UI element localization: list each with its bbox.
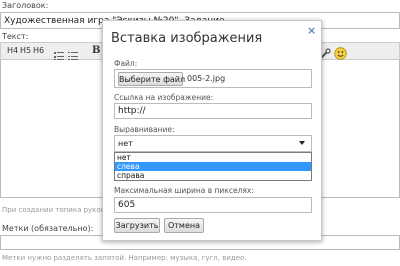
maxwidth-input[interactable]: 605 xyxy=(114,197,312,213)
align-option-right[interactable]: справа xyxy=(115,171,311,180)
file-name: 005-2.jpg xyxy=(187,74,226,83)
smiley-icon[interactable] xyxy=(334,45,347,60)
text-label: Текст: xyxy=(2,32,29,41)
link-input[interactable]: http:// xyxy=(114,103,312,119)
align-selected-value: нет xyxy=(118,139,133,148)
h6-button[interactable]: H6 xyxy=(33,43,44,59)
list-ul-icon[interactable] xyxy=(54,46,64,61)
title-label: Заголовок: xyxy=(2,1,49,10)
upload-button[interactable]: Загрузить xyxy=(114,218,160,233)
tags-hint: Метки нужно разделять запятой. Например:… xyxy=(2,254,247,262)
chevron-down-icon xyxy=(299,141,305,145)
h4-button[interactable]: H4 xyxy=(7,43,18,59)
align-select[interactable]: нет xyxy=(114,135,312,152)
editor-textarea[interactable] xyxy=(0,60,112,198)
editor-textarea-right[interactable] xyxy=(316,60,400,198)
bold-button[interactable]: B xyxy=(92,43,100,59)
align-label: Выравнивание: xyxy=(114,125,175,134)
close-icon[interactable]: × xyxy=(307,24,316,37)
file-label: Файл: xyxy=(114,59,138,68)
file-field: Выберите файл 005-2.jpg xyxy=(114,69,312,88)
list-ol-icon[interactable] xyxy=(68,46,78,60)
editor-toolbar-right xyxy=(316,42,400,60)
link-label: Ссылка на изображение: xyxy=(114,93,214,102)
editor-toolbar: H4 H5 H6 B xyxy=(0,42,112,61)
maxwidth-label: Максимальная ширина в пикселях: xyxy=(114,186,254,195)
align-option-none[interactable]: нет xyxy=(115,153,311,162)
align-dropdown-list: нет слева справа xyxy=(114,152,312,181)
topic-hint: При создании топика руковод xyxy=(2,206,114,214)
cancel-button[interactable]: Отмена xyxy=(164,218,204,233)
h5-button[interactable]: H5 xyxy=(20,43,31,59)
tags-label: Метки (обязательно): xyxy=(2,224,94,233)
align-option-left[interactable]: слева xyxy=(115,162,311,171)
dialog-title: Вставка изображения xyxy=(111,31,263,46)
choose-file-button[interactable]: Выберите файл xyxy=(118,72,185,86)
insert-image-dialog: Вставка изображения × Файл: Выберите фай… xyxy=(102,20,322,241)
